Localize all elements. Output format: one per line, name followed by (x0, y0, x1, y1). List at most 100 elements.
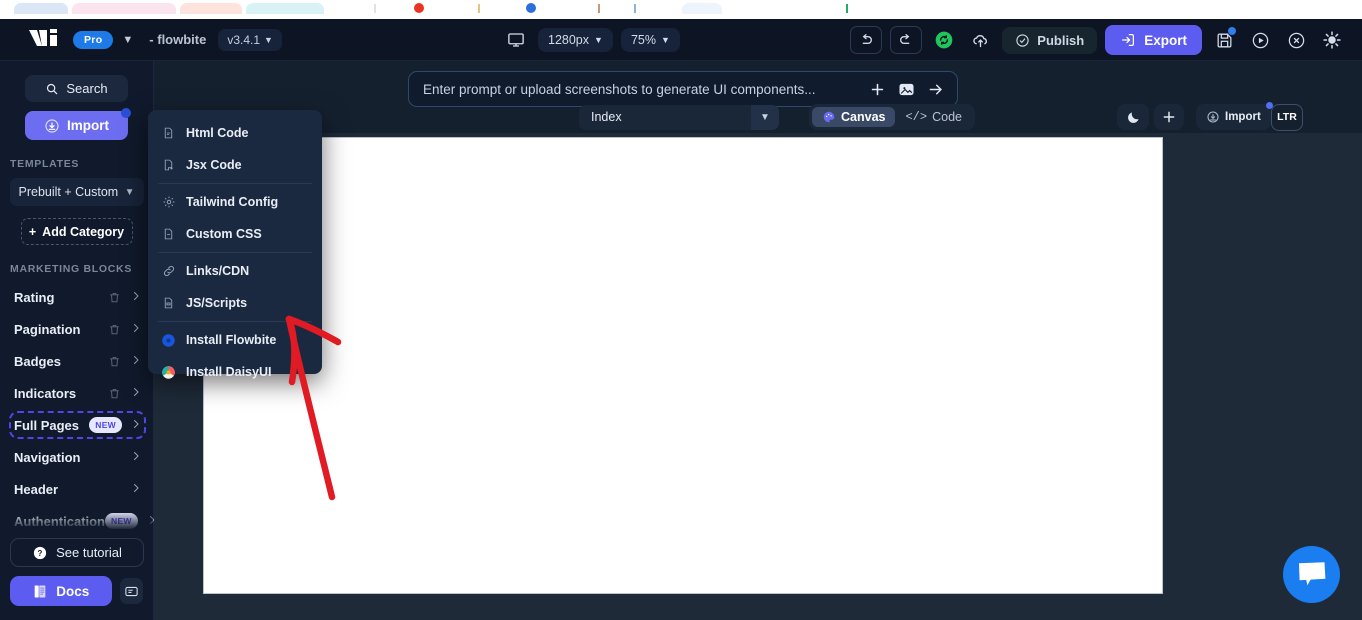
browser-tab-favicon[interactable] (526, 3, 536, 13)
sidebar-block-rating[interactable]: Rating (0, 281, 153, 313)
marketing-blocks-heading: MARKETING BLOCKS (10, 263, 133, 275)
sync-refresh-icon[interactable] (930, 26, 958, 54)
browser-tab-divider (846, 4, 848, 13)
chevron-right-icon[interactable] (130, 418, 142, 433)
prompt-input[interactable]: Enter prompt or upload screenshots to ge… (423, 82, 857, 97)
code-export-dropdown-menu: Html Code Jsx Code Tailwind Config Custom C… (148, 110, 322, 379)
image-upload-icon[interactable] (898, 81, 915, 98)
sidebar-block-header[interactable]: Header (0, 473, 153, 505)
zoom-selector[interactable]: 75% ▼ (620, 28, 680, 52)
chevron-right-icon[interactable] (130, 482, 142, 497)
dropdown-item-custom-css[interactable]: Custom CSS (148, 218, 322, 250)
search-icon (45, 82, 59, 96)
browser-tab-favicon[interactable] (414, 3, 424, 13)
tab-code[interactable]: </> Code (895, 107, 972, 127)
export-button[interactable]: Export (1105, 25, 1202, 55)
viewport-width-selector[interactable]: 1280px ▼ (538, 28, 613, 52)
tab-canvas-label: Canvas (841, 110, 886, 124)
plus-icon (1161, 109, 1177, 125)
canvas-toolbar: Index ▼ Canvas </> Code Import LTR (154, 101, 1362, 133)
sidebar-block-label: Pagination (14, 321, 81, 337)
chevron-down-icon: ▼ (594, 35, 603, 45)
sun-brightness-icon[interactable] (1318, 26, 1346, 54)
sidebar-block-label: Header (14, 481, 59, 497)
browser-tab[interactable] (72, 3, 176, 14)
browser-tab[interactable] (180, 3, 242, 14)
browser-tab[interactable] (682, 3, 722, 14)
sidebar-block-navigation[interactable]: Navigation (0, 441, 153, 473)
docs-button[interactable]: Docs (10, 576, 112, 606)
sidebar-footer: ? See tutorial Docs (0, 538, 153, 620)
template-select[interactable]: Prebuilt + Custom ▼ (9, 178, 144, 206)
dropdown-item-install-flowbite[interactable]: Install Flowbite (148, 324, 322, 356)
import-badge-dot (121, 108, 131, 118)
browser-tab[interactable] (246, 3, 324, 14)
search-button[interactable]: Search (25, 75, 128, 102)
brand-group[interactable]: Pro ▼ (0, 27, 133, 53)
palette-icon (822, 110, 836, 124)
dropdown-item-js-scripts[interactable]: JS/Scripts (148, 287, 322, 319)
page-select[interactable]: Index ▼ (579, 104, 779, 130)
chat-panel-button[interactable] (119, 578, 143, 604)
dropdown-item-install-daisyui[interactable]: Install DaisyUI (148, 356, 322, 388)
version-selector[interactable]: v3.4.1 ▼ (218, 28, 282, 51)
undo-button[interactable] (850, 26, 883, 54)
trash-icon[interactable] (108, 323, 121, 336)
save-button[interactable] (1210, 26, 1238, 54)
templates-heading: TEMPLATES (10, 158, 80, 170)
chevron-right-icon[interactable] (130, 354, 142, 369)
chevron-right-icon[interactable] (130, 450, 142, 465)
add-page-button[interactable] (1154, 104, 1184, 130)
dropdown-divider (158, 252, 312, 253)
trash-icon[interactable] (108, 355, 121, 368)
sidebar-block-label: Badges (14, 353, 61, 369)
trash-icon[interactable] (108, 387, 121, 400)
plus-icon: + (28, 224, 37, 239)
arrow-right-icon[interactable] (927, 81, 945, 98)
monitor-icon[interactable] (502, 26, 530, 54)
workspace-import-button[interactable]: Import (1196, 102, 1273, 130)
link-chain-icon (161, 264, 176, 278)
play-circle-icon[interactable] (1246, 26, 1274, 54)
plus-icon[interactable] (869, 81, 886, 98)
chevron-right-icon[interactable] (130, 322, 142, 337)
tab-canvas[interactable]: Canvas (812, 107, 896, 127)
zoom-label: 75% (630, 33, 656, 47)
left-sidebar: Search Import TEMPLATES Prebuilt + Custo… (0, 61, 155, 620)
sidebar-block-pagination[interactable]: Pagination (0, 313, 153, 345)
trash-icon[interactable] (108, 291, 121, 304)
theme-toggle-button[interactable] (1117, 104, 1149, 130)
dropdown-item-tailwind-config[interactable]: Tailwind Config (148, 186, 322, 218)
browser-tab[interactable] (14, 3, 68, 14)
sidebar-fade (0, 511, 153, 537)
chevron-right-icon[interactable] (130, 290, 142, 305)
redo-button[interactable] (890, 26, 923, 54)
browser-tab-strip (0, 0, 1362, 14)
chat-widget-button[interactable] (1283, 546, 1340, 603)
moon-icon (1126, 110, 1141, 125)
dropdown-item-links-cdn[interactable]: Links/CDN (148, 255, 322, 287)
file-js-icon (161, 296, 176, 310)
cloud-upload-icon[interactable] (966, 26, 994, 54)
dropdown-item-html-code[interactable]: Html Code (148, 117, 322, 149)
close-circle-icon[interactable] (1282, 26, 1310, 54)
sidebar-block-full-pages[interactable]: Full Pages NEW (0, 409, 153, 441)
chevron-right-icon[interactable] (130, 386, 142, 401)
chevron-down-icon[interactable]: ▼ (122, 34, 133, 46)
app-root: Pro ▼ - flowbite v3.4.1 ▼ 1280px ▼ 75% ▼ (0, 0, 1362, 620)
text-direction-button[interactable]: LTR (1271, 103, 1303, 131)
new-badge: NEW (89, 417, 122, 433)
publish-label: Publish (1037, 32, 1085, 48)
viewport-width-label: 1280px (548, 33, 590, 47)
sidebar-block-badges[interactable]: Badges (0, 345, 153, 377)
see-tutorial-button[interactable]: ? See tutorial (10, 538, 144, 567)
add-category-button[interactable]: + Add Category (20, 218, 133, 245)
publish-button[interactable]: Publish (1002, 26, 1098, 54)
import-button[interactable]: Import (25, 108, 131, 140)
chevron-down-icon[interactable]: ▼ (751, 104, 779, 130)
dropdown-item-jsx-code[interactable]: Jsx Code (148, 149, 322, 181)
canvas-page-preview[interactable] (203, 137, 1163, 594)
dropdown-item-label: Html Code (186, 126, 249, 140)
sidebar-block-indicators[interactable]: Indicators (0, 377, 153, 409)
top-bar-actions: Publish Export (850, 19, 1346, 61)
